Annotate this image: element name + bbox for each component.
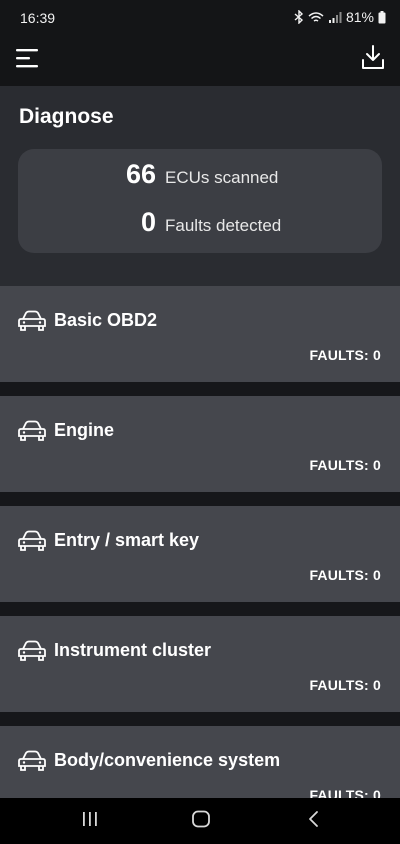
diagnose-header: Diagnose 66 ECUs scanned 0 Faults detect… xyxy=(0,86,400,286)
ecu-faults: FAULTS: 0 xyxy=(309,347,381,363)
home-icon xyxy=(191,810,211,833)
ecu-list[interactable]: Basic OBD2 FAULTS: 0 Engine FAULTS: 0 En… xyxy=(0,286,400,798)
ecu-faults: FAULTS: 0 xyxy=(309,677,381,693)
ecu-card-basic-obd2[interactable]: Basic OBD2 FAULTS: 0 xyxy=(0,286,400,382)
battery-icon xyxy=(378,10,386,24)
recents-button[interactable] xyxy=(78,810,102,832)
ecu-faults: FAULTS: 0 xyxy=(309,457,381,473)
wifi-icon xyxy=(308,11,324,24)
status-icons: 81% xyxy=(294,9,386,25)
signal-icon xyxy=(328,11,342,24)
ecus-scanned-count: 66 xyxy=(125,159,156,189)
back-button[interactable] xyxy=(302,810,326,832)
car-icon xyxy=(17,420,47,442)
download-icon xyxy=(361,44,385,75)
menu-button[interactable] xyxy=(14,46,42,74)
home-button[interactable] xyxy=(189,810,213,832)
hamburger-menu-icon xyxy=(16,48,40,73)
ecu-name: Body/convenience system xyxy=(54,750,281,770)
ecu-name: Basic OBD2 xyxy=(54,310,158,330)
ecu-name: Entry / smart key xyxy=(54,530,200,550)
ecus-scanned-label: ECUs scanned xyxy=(165,168,279,187)
ecus-scanned-row: 66 ECUs scanned xyxy=(18,159,382,190)
download-button[interactable] xyxy=(358,44,388,74)
ecu-card-instrument-cluster[interactable]: Instrument cluster FAULTS: 0 xyxy=(0,616,400,712)
ecu-faults: FAULTS: 0 xyxy=(309,567,381,583)
faults-detected-row: 0 Faults detected xyxy=(18,207,382,238)
battery-percent: 81% xyxy=(345,9,374,25)
ecu-name: Engine xyxy=(54,420,115,440)
faults-detected-count: 0 xyxy=(140,207,156,237)
app-bar xyxy=(0,36,400,86)
system-nav-bar xyxy=(0,798,400,844)
status-bar: 16:39 81% xyxy=(0,0,400,36)
page-title: Diagnose xyxy=(19,105,114,128)
ecu-card-body-convenience-system[interactable]: Body/convenience system FAULTS: 0 xyxy=(0,726,400,798)
ecu-card-engine[interactable]: Engine FAULTS: 0 xyxy=(0,396,400,492)
back-icon xyxy=(307,810,321,833)
car-icon xyxy=(17,530,47,552)
faults-detected-label: Faults detected xyxy=(165,216,282,235)
scan-summary-card: 66 ECUs scanned 0 Faults detected xyxy=(18,149,382,253)
car-icon xyxy=(17,310,47,332)
ecu-card-entry-smart-key[interactable]: Entry / smart key FAULTS: 0 xyxy=(0,506,400,602)
status-time: 16:39 xyxy=(20,10,56,26)
car-icon xyxy=(17,640,47,662)
car-icon xyxy=(17,750,47,772)
recents-icon xyxy=(81,811,99,832)
ecu-name: Instrument cluster xyxy=(54,640,212,660)
ecu-faults: FAULTS: 0 xyxy=(309,787,381,798)
bluetooth-icon xyxy=(294,10,304,24)
